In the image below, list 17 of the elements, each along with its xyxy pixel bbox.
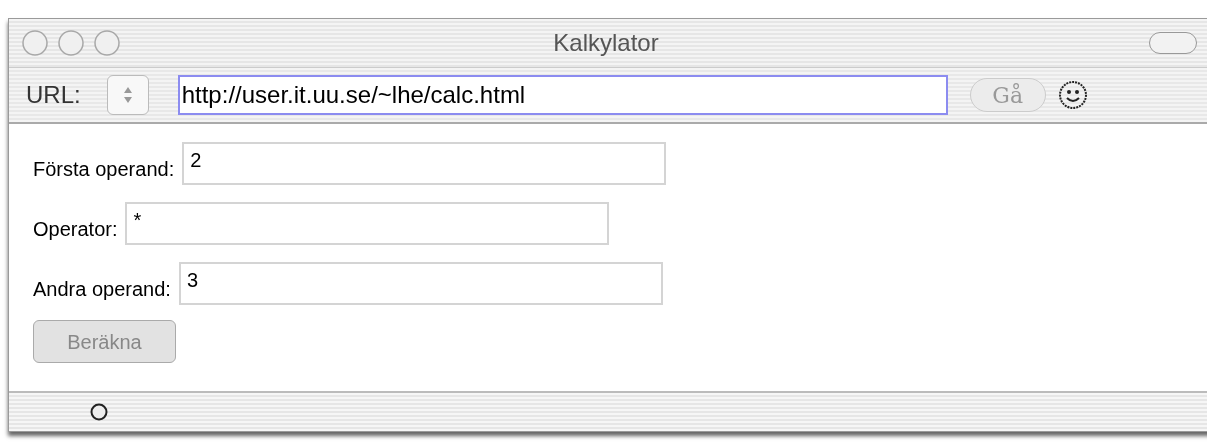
field-label: Operator: — [33, 216, 118, 242]
window-title: Kalkylator — [553, 28, 659, 58]
smiley-icon[interactable] — [1057, 80, 1088, 110]
close-button[interactable] — [21, 29, 49, 57]
url-label: URL: — [26, 80, 81, 110]
url-field[interactable]: http://user.it.uu.se/~lhe/calc.html — [177, 75, 948, 115]
input-field[interactable]: * — [125, 202, 610, 245]
field-label: Andra operand: — [33, 276, 171, 302]
input-field[interactable]: 3 — [178, 262, 663, 305]
up-down-arrows-icon — [122, 86, 133, 104]
input-field[interactable]: 2 — [182, 142, 667, 185]
minimize-button[interactable] — [57, 29, 85, 57]
field-label: Första operand: — [33, 156, 175, 182]
stepper-button[interactable] — [106, 75, 149, 115]
toolbar-toggle-button[interactable] — [1149, 32, 1197, 54]
zoom-button[interactable] — [93, 29, 121, 57]
progress-indicator-icon — [89, 402, 109, 422]
